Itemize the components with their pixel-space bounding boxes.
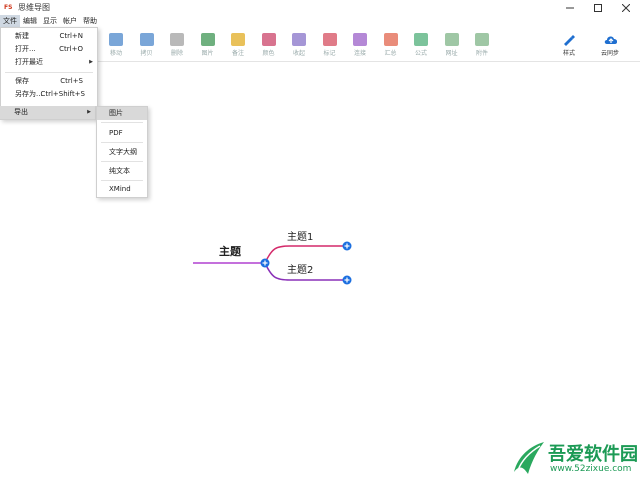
tool-palette[interactable]: 颜色 — [254, 33, 284, 59]
menu-item-save[interactable]: 保存 Ctrl+S — [1, 75, 97, 88]
trash-icon — [170, 33, 184, 46]
app-window: FS 思维导图 文件 编辑 显示 帐户 帮助 移动 拷贝 删除 图片 备注 颜色 收起 标记连… — [0, 0, 640, 479]
export-submenu: 图片 PDF 文字大纲 纯文本 XMind — [96, 106, 148, 198]
export-outline[interactable]: 文字大纲 — [97, 143, 147, 161]
style-brush-icon — [562, 33, 576, 46]
child-2-add-badge[interactable] — [342, 275, 352, 285]
cloud-upload-icon — [603, 33, 617, 46]
child-1-add-badge[interactable] — [342, 241, 352, 251]
export-plain-text[interactable]: 纯文本 — [97, 162, 147, 180]
flag-icon — [322, 33, 337, 46]
menu-separator — [5, 72, 93, 73]
menu-view[interactable]: 显示 — [40, 15, 60, 27]
title-bar: FS 思维导图 — [0, 0, 640, 15]
tool-label: 删除 — [170, 50, 183, 57]
tool-attachment[interactable]: 附件 — [467, 33, 497, 59]
tool-label: 移动 — [109, 50, 122, 57]
close-button[interactable] — [612, 0, 640, 15]
tool-connect[interactable]: 连接 — [345, 33, 375, 59]
window-controls — [556, 0, 640, 15]
menu-item-export[interactable]: 导出 ▶ — [0, 106, 96, 119]
tool-note[interactable]: 备注 — [223, 33, 253, 59]
tool-move[interactable]: 移动 — [101, 33, 131, 59]
menu-edit[interactable]: 编辑 — [20, 15, 40, 27]
tool-label: 云同步 — [600, 50, 619, 57]
export-pdf[interactable]: PDF — [97, 124, 147, 142]
tool-label: 备注 — [231, 50, 244, 57]
child-topic-1[interactable]: 主题1 — [287, 228, 313, 243]
tool-label: 连接 — [353, 50, 366, 57]
tool-trash[interactable]: 删除 — [162, 33, 192, 59]
window-title: 思维导图 — [18, 3, 50, 12]
root-topic[interactable]: 主题 — [219, 243, 241, 259]
tool-cloud-upload[interactable]: 云同步 — [595, 33, 625, 59]
watermark-url: www.52zixue.com — [550, 464, 632, 474]
child-topic-2[interactable]: 主题2 — [287, 261, 313, 276]
maximize-button[interactable] — [584, 0, 612, 15]
tool-formula[interactable]: 公式 — [406, 33, 436, 59]
tool-label: 样式 — [562, 50, 575, 57]
tool-image[interactable]: 图片 — [193, 33, 223, 59]
tool-label: 网址 — [445, 50, 458, 57]
tool-label: 拷贝 — [140, 50, 153, 57]
submenu-arrow-icon: ▶ — [87, 109, 91, 115]
tool-label: 附件 — [475, 50, 488, 57]
menu-item-open-recent[interactable]: 打开最近 ▶ — [1, 56, 97, 69]
menu-item-new[interactable]: 新建 Ctrl+N — [1, 30, 97, 43]
collapse-icon — [292, 33, 306, 46]
watermark: 吾爱软件园 www.52zixue.com — [510, 440, 638, 476]
tool-collapse[interactable]: 收起 — [284, 33, 314, 59]
tool-flag[interactable]: 标记 — [315, 33, 345, 59]
minimize-icon — [566, 7, 574, 8]
summary-icon — [383, 33, 398, 46]
tool-copy[interactable]: 拷贝 — [132, 33, 162, 59]
close-icon — [622, 3, 630, 12]
export-image[interactable]: 图片 — [97, 107, 147, 120]
link-icon — [444, 33, 459, 46]
move-icon — [109, 33, 123, 46]
attachment-icon — [475, 33, 489, 46]
image-icon — [200, 33, 215, 46]
menu-file[interactable]: 文件 — [0, 15, 20, 27]
minimize-button[interactable] — [556, 0, 584, 15]
tool-label: 收起 — [292, 50, 305, 57]
submenu-arrow-icon: ▶ — [89, 59, 93, 65]
copy-icon — [139, 33, 154, 46]
menu-account[interactable]: 帐户 — [60, 15, 80, 27]
tool-summary[interactable]: 汇总 — [376, 33, 406, 59]
tool-style-brush[interactable]: 样式 — [554, 33, 584, 59]
root-expand-badge[interactable] — [260, 258, 270, 268]
app-logo-icon: FS — [4, 3, 13, 11]
connect-icon — [353, 33, 367, 46]
note-icon — [231, 33, 245, 46]
tool-label: 公式 — [414, 50, 427, 57]
tool-link[interactable]: 网址 — [437, 33, 467, 59]
tool-label: 汇总 — [384, 50, 397, 57]
menu-separator — [101, 122, 143, 123]
export-xmind[interactable]: XMind — [97, 180, 147, 198]
tool-label: 图片 — [201, 50, 214, 57]
menu-item-open[interactable]: 打开... Ctrl+O — [1, 43, 97, 56]
tool-label: 颜色 — [262, 50, 275, 57]
watermark-title: 吾爱软件园 — [548, 444, 638, 465]
maximize-icon — [594, 3, 602, 12]
menu-item-save-as[interactable]: 另存为... Ctrl+Shift+S — [1, 88, 97, 101]
formula-icon — [414, 33, 428, 46]
menu-bar: 文件 编辑 显示 帐户 帮助 — [0, 15, 100, 27]
watermark-logo-icon — [514, 442, 544, 474]
menu-help[interactable]: 帮助 — [80, 15, 100, 27]
palette-icon — [261, 33, 276, 46]
tool-label: 标记 — [323, 50, 336, 57]
